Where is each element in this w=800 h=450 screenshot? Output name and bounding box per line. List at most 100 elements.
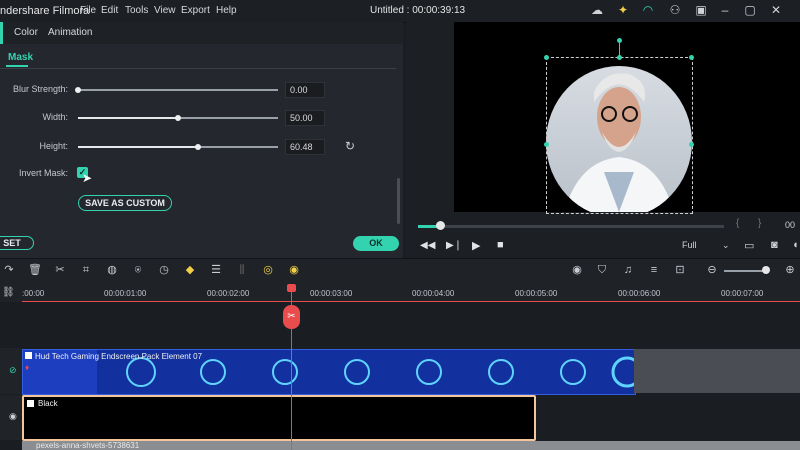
shield-icon[interactable]: ⛉ xyxy=(595,263,609,277)
headset-icon[interactable]: ◠ xyxy=(641,3,655,17)
zoom-out-icon[interactable]: ⊖ xyxy=(705,263,719,277)
save-icon[interactable]: ▣ xyxy=(694,3,708,17)
ruler-tick-label: 00:00:07:00 xyxy=(721,289,764,298)
delete-icon[interactable]: 🗑 xyxy=(28,263,42,277)
menu-edit[interactable]: Edit xyxy=(101,5,118,16)
link-icon[interactable]: ⛓ xyxy=(2,287,15,298)
ruler-tick-label: 00:00:05:00 xyxy=(515,289,558,298)
width-slider[interactable] xyxy=(78,115,278,121)
panel-scrollbar[interactable] xyxy=(397,178,400,224)
color-palette-icon[interactable]: ◍ xyxy=(105,263,119,277)
fit-icon[interactable]: ⊡ xyxy=(673,263,687,277)
blur-strength-value[interactable]: 0.00 xyxy=(285,82,325,98)
microphone-icon[interactable]: ♫ xyxy=(621,263,635,277)
menu-export[interactable]: Export xyxy=(181,5,210,16)
black-clip-selected[interactable]: Black xyxy=(22,395,536,441)
menu-view[interactable]: View xyxy=(154,5,176,16)
track-header-video-2: ◉ xyxy=(0,395,22,440)
maximize-icon[interactable]: ▢ xyxy=(743,3,757,17)
ok-button[interactable]: OK xyxy=(353,236,399,251)
zoom-in-icon[interactable]: ⊕ xyxy=(783,263,797,277)
crop-icon[interactable]: ⌗ xyxy=(79,263,93,277)
account-icon[interactable]: ⚇ xyxy=(668,3,682,17)
progress-knob[interactable] xyxy=(436,221,445,230)
clip-type-icon xyxy=(25,352,32,359)
resize-handle-l[interactable] xyxy=(544,142,549,147)
step-play-icon[interactable]: ▶❘ xyxy=(446,240,462,251)
height-slider[interactable] xyxy=(78,144,278,150)
height-knob[interactable] xyxy=(195,144,201,150)
height-value[interactable]: 60.48 xyxy=(285,139,325,155)
blur-strength-label: Blur Strength: xyxy=(12,84,68,94)
monitor-icon[interactable]: ▭ xyxy=(744,239,754,252)
track-lock-icon[interactable]: ⊘ xyxy=(9,365,17,376)
width-label: Width: xyxy=(42,112,68,122)
speed-icon[interactable]: ◷ xyxy=(157,263,171,277)
chevron-down-icon[interactable]: ⌄ xyxy=(722,240,730,251)
mark-out-icon[interactable]: } xyxy=(758,218,761,229)
invert-mask-label: Invert Mask: xyxy=(18,168,68,178)
mark-in-icon[interactable]: { xyxy=(736,218,739,229)
zoom-knob[interactable] xyxy=(762,266,770,274)
volume-icon[interactable]: ◖ xyxy=(792,239,799,251)
keyframe-icon[interactable]: ◆ xyxy=(183,263,197,277)
ruler-tick-label: 00:00:04:00 xyxy=(412,289,455,298)
playback-progress[interactable] xyxy=(418,225,724,228)
close-icon[interactable]: ✕ xyxy=(769,3,783,17)
play-icon[interactable]: ▶ xyxy=(472,239,480,252)
video-clip-hud[interactable]: Hud Tech Gaming Endscreen Pack Element 0… xyxy=(22,349,636,395)
clip-title: Hud Tech Gaming Endscreen Pack Element 0… xyxy=(35,352,203,361)
clip-type-icon xyxy=(27,400,34,407)
effects-icon[interactable]: ◉ xyxy=(287,263,301,277)
resize-handle-tl[interactable] xyxy=(544,55,549,60)
tab-mask[interactable]: Mask xyxy=(8,52,33,63)
redo-icon[interactable]: ↷ xyxy=(2,263,16,277)
minimize-icon[interactable]: – xyxy=(718,3,732,17)
menu-file[interactable]: File xyxy=(80,5,96,16)
ruler-tick-label: 00:00:03:00 xyxy=(310,289,353,298)
menu-help[interactable]: Help xyxy=(216,5,237,16)
rotate-handle[interactable] xyxy=(617,38,622,43)
reset-icon[interactable]: ↻ xyxy=(345,139,355,153)
ruler-tick-label: :00:00 xyxy=(22,289,45,298)
video-clip-pexels[interactable]: pexels-anna-shvets-5738631 xyxy=(22,441,800,450)
scissors-icon[interactable]: ✂ xyxy=(283,305,300,329)
snapshot-icon[interactable]: ◙ xyxy=(771,239,778,251)
resize-handle-tr[interactable] xyxy=(689,55,694,60)
mask-panel xyxy=(0,22,403,258)
stabilize-icon[interactable]: ⍟ xyxy=(131,263,145,277)
previous-frame-icon[interactable]: ◀◀ xyxy=(420,240,435,251)
render-icon[interactable]: ◉ xyxy=(570,263,584,277)
ruler-tick-label: 00:00:01:00 xyxy=(104,289,147,298)
clip-title: Black xyxy=(38,399,58,408)
lightbulb-icon[interactable]: ✦ xyxy=(616,3,630,17)
tab-color[interactable]: Color xyxy=(14,27,38,38)
width-value[interactable]: 50.00 xyxy=(285,110,325,126)
clip-effect-icon: ♦ xyxy=(25,363,30,372)
reset-button[interactable]: SET xyxy=(0,236,34,250)
ruler-tick-label: 00:00:06:00 xyxy=(618,289,661,298)
blur-strength-knob[interactable] xyxy=(75,87,81,93)
stop-icon[interactable]: ■ xyxy=(497,239,504,251)
track-visibility-icon[interactable]: ◉ xyxy=(9,411,17,422)
clip-title: pexels-anna-shvets-5738631 xyxy=(36,441,140,450)
tab-animation[interactable]: Animation xyxy=(48,27,92,38)
selection-box[interactable] xyxy=(546,57,693,214)
resize-handle-r[interactable] xyxy=(689,142,694,147)
track-header-video-1: ⊘ xyxy=(0,348,22,394)
editor-tabs: Color Animation xyxy=(0,22,403,44)
resize-handle-t[interactable] xyxy=(617,55,622,60)
voiceover-list-icon[interactable]: ≡ xyxy=(647,263,661,277)
menu-tools[interactable]: Tools xyxy=(125,5,148,16)
quality-select[interactable]: Full xyxy=(682,240,697,250)
cloud-icon[interactable]: ☁ xyxy=(590,3,604,17)
width-knob[interactable] xyxy=(175,115,181,121)
blur-strength-slider[interactable] xyxy=(75,87,278,93)
playhead-head[interactable] xyxy=(287,284,296,292)
save-as-custom-button[interactable]: SAVE AS CUSTOM xyxy=(78,195,172,211)
cut-icon[interactable]: ✂ xyxy=(53,263,67,277)
project-title: Untitled : 00:00:39:13 xyxy=(370,5,466,16)
audio-mixer-icon[interactable]: ⫼ xyxy=(235,263,249,277)
adjust-icon[interactable]: ☰ xyxy=(209,263,223,277)
ai-icon[interactable]: ◎ xyxy=(261,263,275,277)
